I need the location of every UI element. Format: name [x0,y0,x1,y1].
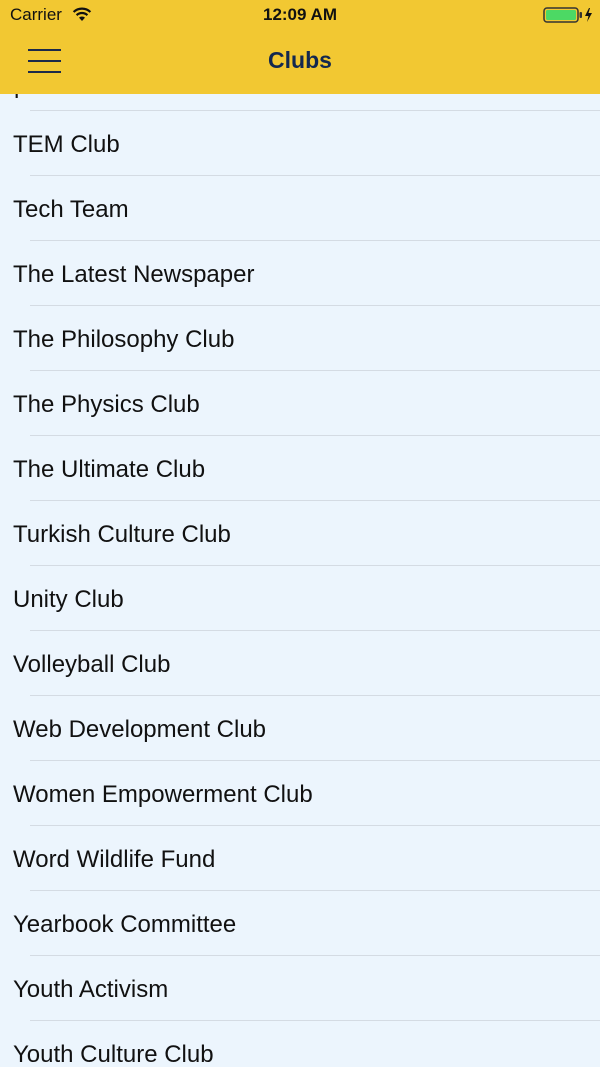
list-item-label: Youth Activism [13,976,169,1003]
list-item-label: The Latest Newspaper [13,261,255,288]
list-item[interactable]: Volleyball Club [13,630,600,695]
list-item[interactable]: TEM Club [13,110,600,175]
list-item-label: p [14,94,27,100]
clubs-screen: Carrier 12:09 AM Clubs TEM Club Tech Tea… [0,0,600,1067]
list-item[interactable]: The Ultimate Club [13,435,600,500]
list-item[interactable]: Turkish Culture Club [13,500,600,565]
list-item-label: Web Development Club [13,716,267,743]
status-bar: Carrier 12:09 AM [0,0,600,30]
page-title: Clubs [268,47,332,73]
list-item-label: Unity Club [13,586,124,613]
list-item[interactable]: The Physics Club [13,370,600,435]
navigation-bar: Clubs [0,30,600,94]
list-item-label: Women Empowerment Club [13,781,313,808]
list-item[interactable]: Unity Club [13,565,600,630]
list-item[interactable]: Youth Activism [13,955,600,1020]
list-item[interactable]: Youth Culture Club [13,1020,600,1067]
list-item-label: Youth Culture Club [13,1041,214,1067]
list-item-partial[interactable]: p [0,94,600,110]
list-item[interactable]: Word Wildlife Fund [13,825,600,890]
list-item[interactable]: Yearbook Committee [13,890,600,955]
list-item-label: The Ultimate Club [13,456,206,483]
list-item[interactable]: The Latest Newspaper [13,240,600,305]
list-item-label: Turkish Culture Club [13,521,231,548]
list-item-label: Yearbook Committee [13,911,237,938]
list-item-label: TEM Club [13,131,120,158]
list-item-label: Word Wildlife Fund [13,846,216,873]
status-time: 12:09 AM [262,5,337,24]
list-item-label: The Physics Club [13,391,200,418]
list-item-label: Volleyball Club [13,651,171,678]
list-item[interactable]: Tech Team [13,175,600,240]
list-item[interactable]: Women Empowerment Club [13,760,600,825]
clubs-list[interactable]: p TEM Club Tech Team The Latest Newspape… [0,94,600,1067]
top-bar: Carrier 12:09 AM Clubs [0,0,600,94]
list-item-label: The Philosophy Club [13,326,235,353]
list-item-label: Tech Team [13,196,129,223]
battery-charging-icon [543,7,592,23]
list-item[interactable]: Web Development Club [13,695,600,760]
list-item[interactable]: The Philosophy Club [13,305,600,370]
